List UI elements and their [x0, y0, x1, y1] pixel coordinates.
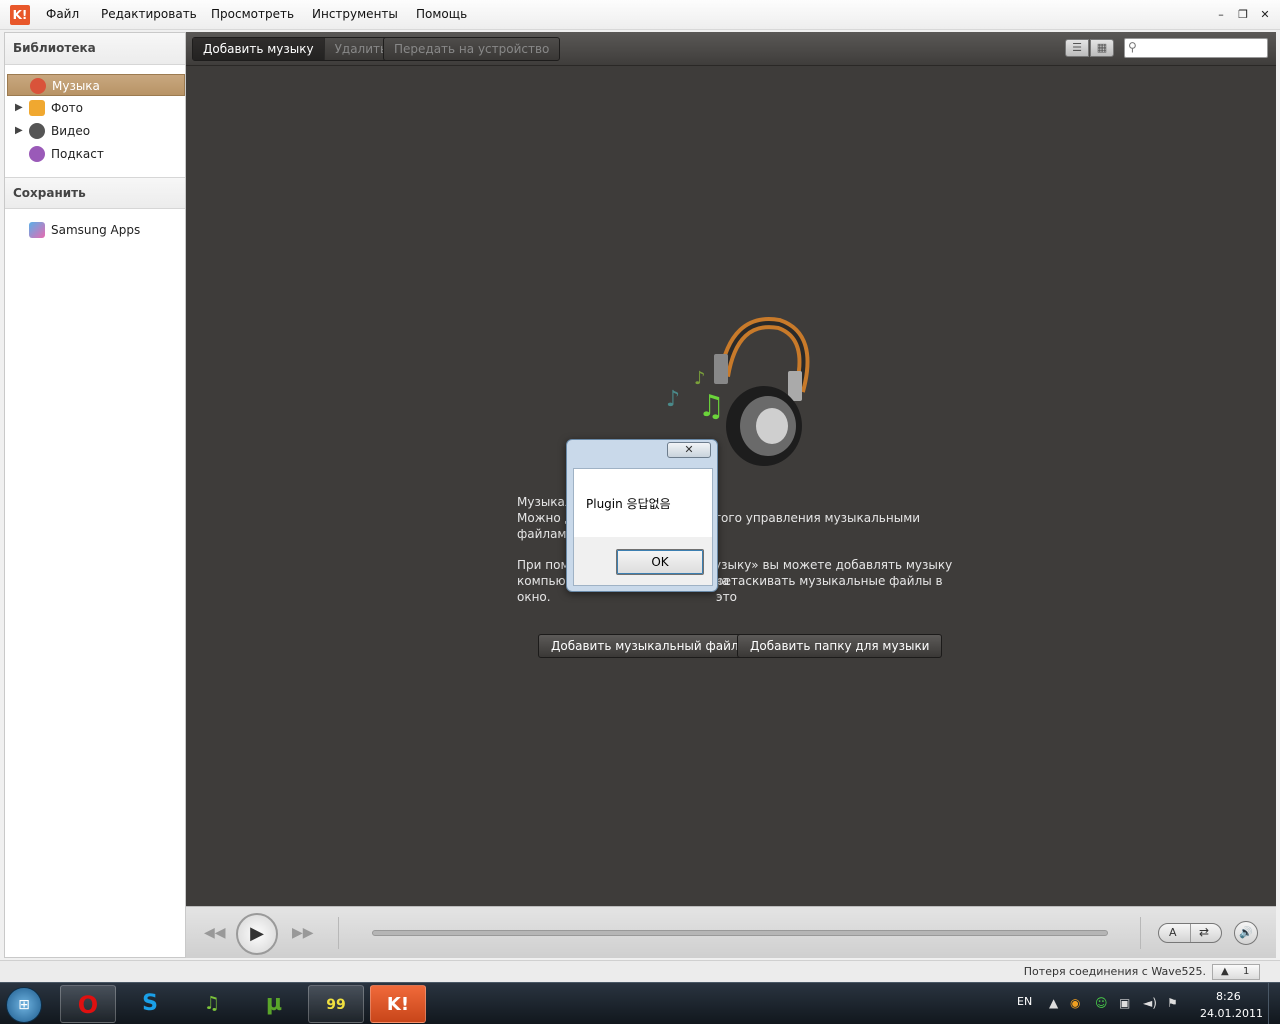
- connection-status-text: Потеря соединения с Wave525.: [1023, 965, 1206, 978]
- music-content-area: ♫ ♪ ♪ Музыкал Можно д того управления муз…: [186, 66, 1276, 906]
- device-actions-group: Передать на устройство: [383, 37, 561, 61]
- sidebar-item-samsung-apps[interactable]: Samsung Apps: [7, 219, 185, 241]
- add-music-button[interactable]: Добавить музыку: [193, 38, 325, 60]
- show-desktop-button[interactable]: [1268, 983, 1280, 1024]
- status-bar: Потеря соединения с Wave525. ▲ 1: [0, 960, 1280, 982]
- expand-arrow-icon[interactable]: ▶: [15, 97, 23, 119]
- restore-icon[interactable]: ❐: [1236, 8, 1250, 22]
- tray-flag-icon[interactable]: ⚑: [1167, 996, 1178, 1010]
- kies-logo-icon: K!: [10, 5, 30, 25]
- tray-network-icon[interactable]: ☺: [1095, 996, 1108, 1010]
- dialog-close-icon[interactable]: ✕: [667, 442, 711, 458]
- svg-text:♪: ♪: [666, 387, 680, 412]
- add-music-folder-button[interactable]: Добавить папку для музыки: [737, 634, 943, 658]
- menu-view[interactable]: Просмотреть: [211, 7, 294, 21]
- menu-tools[interactable]: Инструменты: [312, 7, 398, 21]
- taskbar-99-app-icon[interactable]: 99: [308, 985, 364, 1023]
- seek-bar[interactable]: [372, 930, 1108, 936]
- clock-date[interactable]: 24.01.2011: [1200, 1007, 1263, 1020]
- dialog-message: Plugin 응답없음: [586, 497, 671, 511]
- dialog-body: Plugin 응답없음 OK: [573, 468, 713, 586]
- sidebar-item-photo[interactable]: ▶ Фото: [7, 97, 185, 119]
- taskbar-kies-icon[interactable]: K!: [370, 985, 426, 1023]
- search-input[interactable]: [1124, 38, 1268, 58]
- close-icon[interactable]: ✕: [1258, 8, 1272, 22]
- player-bar: ◀◀ ▶ ▶▶ A ⇄ 🔊: [186, 906, 1276, 958]
- save-header: Сохранить: [5, 177, 185, 209]
- library-header: Библиотека: [5, 33, 185, 65]
- taskbar: ⊞ O S ♫ µ 99 K! EN ▲ ◉ ☺ ▣ ◄) ⚑ 8:26 24.…: [0, 982, 1280, 1024]
- film-reel-icon: [29, 123, 45, 139]
- next-track-icon[interactable]: ▶▶: [292, 925, 314, 941]
- counter-value: 1: [1243, 966, 1250, 977]
- photo-folder-icon: [29, 100, 45, 116]
- send-to-device-button[interactable]: Передать на устройство: [384, 38, 559, 60]
- sidebar-item-music[interactable]: Музыка: [7, 74, 185, 96]
- previous-track-icon[interactable]: ◀◀: [204, 925, 226, 941]
- search-icon: ⚲: [1128, 40, 1137, 54]
- language-indicator[interactable]: EN: [1017, 995, 1032, 1008]
- repeat-icon[interactable]: A: [1169, 926, 1177, 939]
- sidebar-item-label: Видео: [51, 124, 91, 138]
- sidebar-item-video[interactable]: ▶ Видео: [7, 120, 185, 142]
- menubar: K! Файл Редактировать Просмотреть Инстру…: [0, 0, 1280, 30]
- plugin-dialog: ✕ Plugin 응답없음 OK: [566, 439, 718, 592]
- sidebar-item-label: Фото: [51, 101, 84, 115]
- taskbar-aimp-icon[interactable]: ♫: [184, 985, 240, 1023]
- tray-volume-icon[interactable]: ◄): [1143, 996, 1157, 1010]
- svg-text:♫: ♫: [698, 389, 725, 424]
- menu-edit[interactable]: Редактировать: [101, 7, 197, 21]
- counter-arrow-icon: ▲: [1221, 966, 1229, 977]
- sidebar-item-label: Подкаст: [51, 147, 104, 161]
- main-toolbar: Добавить музыку Удалить Передать на устр…: [186, 32, 1276, 66]
- volume-icon[interactable]: 🔊: [1234, 921, 1258, 945]
- dialog-footer: OK: [574, 537, 712, 585]
- svg-text:♪: ♪: [694, 368, 706, 389]
- minimize-icon[interactable]: –: [1214, 8, 1228, 22]
- player-divider: [338, 917, 339, 949]
- status-counter[interactable]: ▲ 1: [1212, 964, 1260, 980]
- tray-monitor-icon[interactable]: ▣: [1119, 996, 1130, 1010]
- repeat-shuffle-group: A ⇄: [1158, 923, 1222, 943]
- samsung-apps-icon: [29, 222, 45, 238]
- shuffle-icon[interactable]: ⇄: [1199, 925, 1209, 939]
- grid-view-icon[interactable]: ▦: [1090, 39, 1114, 57]
- menu-file[interactable]: Файл: [46, 7, 79, 21]
- music-note-icon: [30, 78, 46, 94]
- expand-arrow-icon[interactable]: ▶: [15, 120, 23, 142]
- tray-app-icon[interactable]: ◉: [1070, 996, 1080, 1010]
- sidebar-item-podcast[interactable]: Подкаст: [7, 143, 185, 165]
- sidebar-item-label: Samsung Apps: [51, 223, 141, 237]
- sidebar-item-label: Музыка: [52, 79, 100, 93]
- ok-button[interactable]: OK: [616, 549, 704, 575]
- taskbar-utorrent-icon[interactable]: µ: [246, 985, 302, 1023]
- podcast-icon: [29, 146, 45, 162]
- play-button[interactable]: ▶: [236, 913, 278, 955]
- music-actions-group: Добавить музыку Удалить: [192, 37, 399, 61]
- player-divider: [1140, 917, 1141, 949]
- add-music-file-button[interactable]: Добавить музыкальный файл: [538, 634, 752, 658]
- clock-time[interactable]: 8:26: [1216, 990, 1241, 1003]
- taskbar-opera-icon[interactable]: O: [60, 985, 116, 1023]
- tray-expand-icon[interactable]: ▲: [1049, 996, 1058, 1010]
- taskbar-skype-icon[interactable]: S: [122, 985, 178, 1023]
- menu-help[interactable]: Помощь: [416, 7, 467, 21]
- sidebar: Библиотека Музыка ▶ Фото ▶ Видео Подкаст…: [4, 32, 186, 958]
- list-view-icon[interactable]: ☰: [1065, 39, 1089, 57]
- windows-start-icon[interactable]: ⊞: [6, 987, 42, 1023]
- group-divider: [1190, 924, 1191, 942]
